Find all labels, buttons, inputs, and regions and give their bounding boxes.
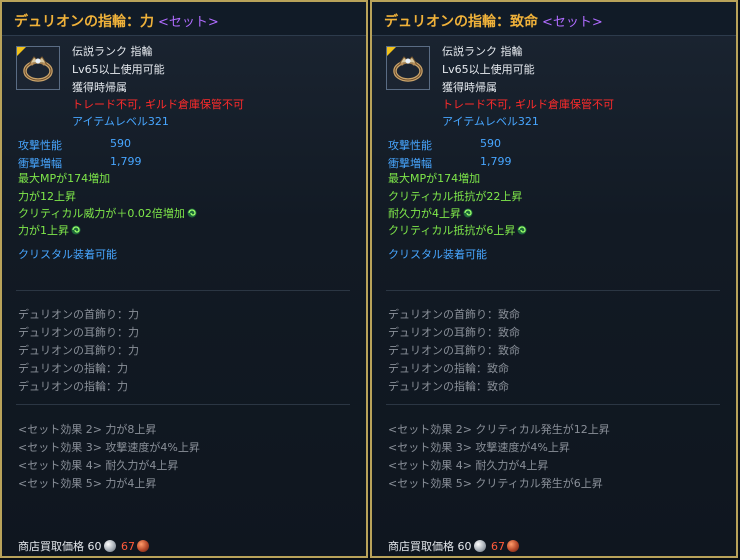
tooltip-panel-left: デュリオンの指輪：力 <セット> 伝説ランク 指輪 Lv65以上使用可能 獲得時帰… — [0, 0, 368, 558]
tooltip-panel-right: デュリオンの指輪：致命 <セット> 伝説ランク 指輪 Lv65以上使用可能 獲得時… — [370, 0, 738, 558]
bonus-line: 力が12上昇 — [18, 190, 76, 203]
item-restriction: トレード不可, ギルド倉庫保管不可 — [72, 98, 244, 111]
bonus-line: 耐久力が4上昇 — [388, 206, 473, 222]
set-item: デュリオンの指輪：力 — [18, 380, 128, 393]
set-item: デュリオンの耳飾り：致命 — [388, 326, 520, 339]
bonus-line: クリティカル抵抗が22上昇 — [388, 190, 523, 203]
stat-label: 衝撃増幅 — [388, 157, 432, 170]
ring-icon — [386, 46, 430, 90]
item-bind-type: 獲得時帰属 — [442, 81, 497, 94]
price-copper: 67 — [491, 540, 505, 553]
stat-value: 1,799 — [480, 155, 512, 168]
enchant-swirl-icon — [71, 225, 81, 235]
copper-coin-icon — [507, 540, 519, 552]
tooltip-titlebar: デュリオンの指輪：力 <セット> — [2, 2, 366, 36]
stat-label: 攻撃性能 — [18, 139, 62, 152]
item-level-requirement: Lv65以上使用可能 — [442, 63, 535, 76]
enchant-swirl-icon — [463, 208, 473, 218]
item-level-requirement: Lv65以上使用可能 — [72, 63, 165, 76]
enchant-swirl-icon — [187, 208, 197, 218]
stat-value: 590 — [110, 137, 131, 150]
set-effect: <セット効果 4> 耐久力が4上昇 — [18, 459, 179, 472]
stat-label: 攻撃性能 — [388, 139, 432, 152]
copper-coin-icon — [137, 540, 149, 552]
item-bind-type: 獲得時帰属 — [72, 81, 127, 94]
crystal-slot-text: クリスタル装着可能 — [18, 248, 117, 261]
price-copper: 67 — [121, 540, 135, 553]
set-tag: <セット> — [542, 15, 603, 30]
set-tag: <セット> — [158, 15, 219, 30]
bonus-line: 最大MPが174増加 — [388, 172, 481, 185]
divider — [16, 290, 350, 291]
item-grade: 伝説ランク 指輪 — [72, 45, 153, 58]
set-item: デュリオンの指輪：力 — [18, 362, 128, 375]
ring-icon — [16, 46, 60, 90]
price-silver: 60 — [457, 540, 472, 553]
price-label: 商店買取価格 — [388, 540, 454, 553]
tooltip-titlebar: デュリオンの指輪：致命 <セット> — [372, 2, 736, 36]
divider — [386, 290, 720, 291]
set-effect: <セット効果 2> クリティカル発生が12上昇 — [388, 423, 610, 436]
set-effect: <セット効果 2> 力が8上昇 — [18, 423, 157, 436]
price-silver: 60 — [87, 540, 102, 553]
item-grade: 伝説ランク 指輪 — [442, 45, 523, 58]
silver-coin-icon — [473, 540, 486, 552]
set-effect: <セット効果 5> クリティカル発生が6上昇 — [388, 477, 603, 490]
set-item: デュリオンの耳飾り：力 — [18, 326, 139, 339]
stat-value: 590 — [480, 137, 501, 150]
bonus-line: 力が1上昇 — [18, 223, 81, 239]
set-item: デュリオンの首飾り：致命 — [388, 308, 520, 321]
set-item: デュリオンの指輪：致命 — [388, 380, 509, 393]
item-title: デュリオンの指輪：致命 <セット> — [384, 14, 603, 30]
set-item: デュリオンの耳飾り：力 — [18, 344, 139, 357]
item-level: アイテムレベル321 — [72, 115, 169, 128]
enchant-swirl-icon — [517, 225, 527, 235]
item-title: デュリオンの指輪：力 <セット> — [14, 14, 219, 30]
divider — [16, 404, 350, 405]
stat-label: 衝撃増幅 — [18, 157, 62, 170]
item-level: アイテムレベル321 — [442, 115, 539, 128]
stat-value: 1,799 — [110, 155, 142, 168]
set-item: デュリオンの指輪：致命 — [388, 362, 509, 375]
bonus-line: クリティカル抵抗が6上昇 — [388, 223, 527, 239]
crystal-slot-text: クリスタル装着可能 — [388, 248, 487, 261]
set-effect: <セット効果 3> 攻撃速度が4%上昇 — [18, 441, 200, 454]
set-effect: <セット効果 3> 攻撃速度が4%上昇 — [388, 441, 570, 454]
shop-sell-price: 商店買取価格 60 67 — [18, 538, 151, 554]
set-effect: <セット効果 5> 力が4上昇 — [18, 477, 157, 490]
silver-coin-icon — [103, 540, 116, 552]
price-label: 商店買取価格 — [18, 540, 84, 553]
set-item: デュリオンの首飾り：力 — [18, 308, 139, 321]
divider — [386, 404, 720, 405]
bonus-line: クリティカル威力が＋0.02倍増加 — [18, 206, 197, 222]
bonus-line: 最大MPが174増加 — [18, 172, 111, 185]
shop-sell-price: 商店買取価格 60 67 — [388, 538, 521, 554]
item-restriction: トレード不可, ギルド倉庫保管不可 — [442, 98, 614, 111]
set-effect: <セット効果 4> 耐久力が4上昇 — [388, 459, 549, 472]
set-item: デュリオンの耳飾り：致命 — [388, 344, 520, 357]
